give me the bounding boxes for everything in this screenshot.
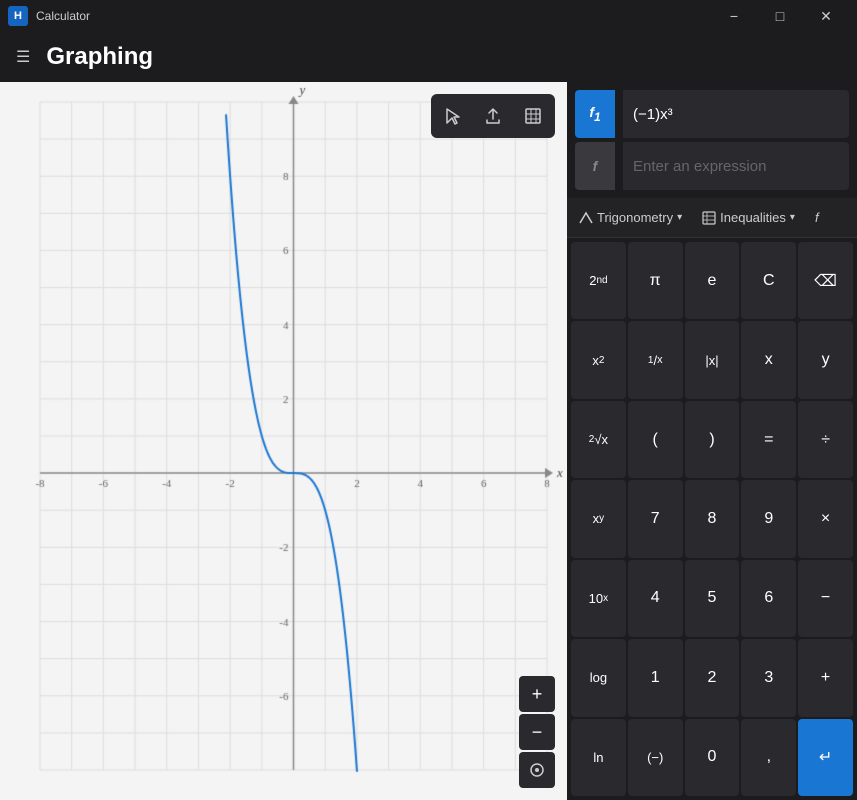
func-tab-f[interactable]: f: [807, 206, 827, 229]
title-bar-left: H Calculator: [8, 6, 90, 26]
app-icon: H: [8, 6, 28, 26]
calc-btn-r5-c1[interactable]: 1: [628, 639, 683, 716]
hamburger-icon[interactable]: ☰: [12, 43, 34, 71]
calc-btn-r6-c3[interactable]: ,: [741, 719, 796, 796]
calc-btn-r0-c1[interactable]: π: [628, 242, 683, 319]
calc-btn-r5-c0[interactable]: log: [571, 639, 626, 716]
trig-tab[interactable]: Trigonometry ▾: [571, 206, 690, 229]
calc-btn-r2-c3[interactable]: =: [741, 401, 796, 478]
table-tool-button[interactable]: [515, 98, 551, 134]
calc-btn-r3-c3[interactable]: 9: [741, 480, 796, 557]
zoom-controls: + −: [519, 676, 555, 788]
calc-btn-r4-c1[interactable]: 4: [628, 560, 683, 637]
title-bar: H Calculator − □ ✕: [0, 0, 857, 32]
calc-btn-r2-c4[interactable]: ÷: [798, 401, 853, 478]
app-title: Graphing: [46, 43, 153, 71]
calc-btn-r0-c2[interactable]: e: [685, 242, 740, 319]
expr-1-label: f1: [589, 104, 600, 124]
expr-2-label: f: [593, 158, 598, 174]
calc-btn-r1-c4[interactable]: y: [798, 321, 853, 398]
maximize-button[interactable]: □: [757, 0, 803, 32]
calc-btn-r3-c1[interactable]: 7: [628, 480, 683, 557]
graph-area: + −: [0, 82, 567, 800]
calc-btn-r5-c3[interactable]: 3: [741, 639, 796, 716]
expr-1-color-btn[interactable]: f1: [575, 90, 615, 138]
expression-item-2: f: [575, 142, 849, 190]
minimize-button[interactable]: −: [711, 0, 757, 32]
calc-btn-r2-c0[interactable]: 2√x: [571, 401, 626, 478]
graph-toolbar: [431, 94, 555, 138]
calc-btn-r0-c0[interactable]: 2nd: [571, 242, 626, 319]
expression-list: f1 (−1)x³ f: [567, 82, 857, 198]
calc-section: Trigonometry ▾ Inequalities ▾ f: [567, 198, 857, 800]
expr-1-value: (−1)x³: [623, 90, 849, 138]
calc-btn-r2-c1[interactable]: (: [628, 401, 683, 478]
graph-canvas: [0, 82, 567, 800]
calc-btn-r6-c2[interactable]: 0: [685, 719, 740, 796]
ineq-tab[interactable]: Inequalities ▾: [694, 206, 803, 229]
title-bar-controls: − □ ✕: [711, 0, 849, 32]
ineq-tab-label: Inequalities: [720, 210, 786, 225]
calc-btn-r3-c4[interactable]: ×: [798, 480, 853, 557]
func-tabs: Trigonometry ▾ Inequalities ▾ f: [567, 198, 857, 238]
calc-btn-r5-c4[interactable]: +: [798, 639, 853, 716]
calc-btn-r4-c2[interactable]: 5: [685, 560, 740, 637]
calc-btn-r4-c3[interactable]: 6: [741, 560, 796, 637]
calc-btn-r0-c3[interactable]: C: [741, 242, 796, 319]
calc-btn-r3-c0[interactable]: xy: [571, 480, 626, 557]
right-panel: f1 (−1)x³ f Trigonometry: [567, 82, 857, 800]
calc-btn-r6-c4[interactable]: ↵: [798, 719, 853, 796]
main-content: + − f1 (−1)x³ f: [0, 82, 857, 800]
share-tool-button[interactable]: [475, 98, 511, 134]
func-tab-f-label: f: [815, 210, 819, 225]
calc-btn-r5-c2[interactable]: 2: [685, 639, 740, 716]
trig-tab-label: Trigonometry: [597, 210, 673, 225]
calc-btn-r4-c4[interactable]: −: [798, 560, 853, 637]
zoom-out-button[interactable]: −: [519, 714, 555, 750]
calc-btn-r1-c2[interactable]: |x|: [685, 321, 740, 398]
calc-btn-r1-c1[interactable]: 1/x: [628, 321, 683, 398]
zoom-reset-button[interactable]: [519, 752, 555, 788]
calc-btn-r1-c3[interactable]: x: [741, 321, 796, 398]
calc-btn-r2-c2[interactable]: ): [685, 401, 740, 478]
ineq-tab-chevron: ▾: [790, 212, 795, 223]
expr-2-color-btn[interactable]: f: [575, 142, 615, 190]
expression-item-1: f1 (−1)x³: [575, 90, 849, 138]
zoom-in-button[interactable]: +: [519, 676, 555, 712]
trig-tab-chevron: ▾: [677, 212, 682, 223]
calc-btn-r4-c0[interactable]: 10x: [571, 560, 626, 637]
expr-2-input[interactable]: [623, 142, 849, 190]
close-button[interactable]: ✕: [803, 0, 849, 32]
calc-btn-r3-c2[interactable]: 8: [685, 480, 740, 557]
app-header: ☰ Graphing: [0, 32, 857, 82]
calc-btn-r6-c1[interactable]: (−): [628, 719, 683, 796]
calc-btn-r6-c0[interactable]: ln: [571, 719, 626, 796]
title-bar-title: Calculator: [36, 9, 90, 23]
calc-btn-r1-c0[interactable]: x2: [571, 321, 626, 398]
pointer-tool-button[interactable]: [435, 98, 471, 134]
calc-grid: 2ndπeC⌫x21/x|x|xy2√x()=÷xy789×10x456−log…: [567, 238, 857, 800]
calc-btn-r0-c4[interactable]: ⌫: [798, 242, 853, 319]
